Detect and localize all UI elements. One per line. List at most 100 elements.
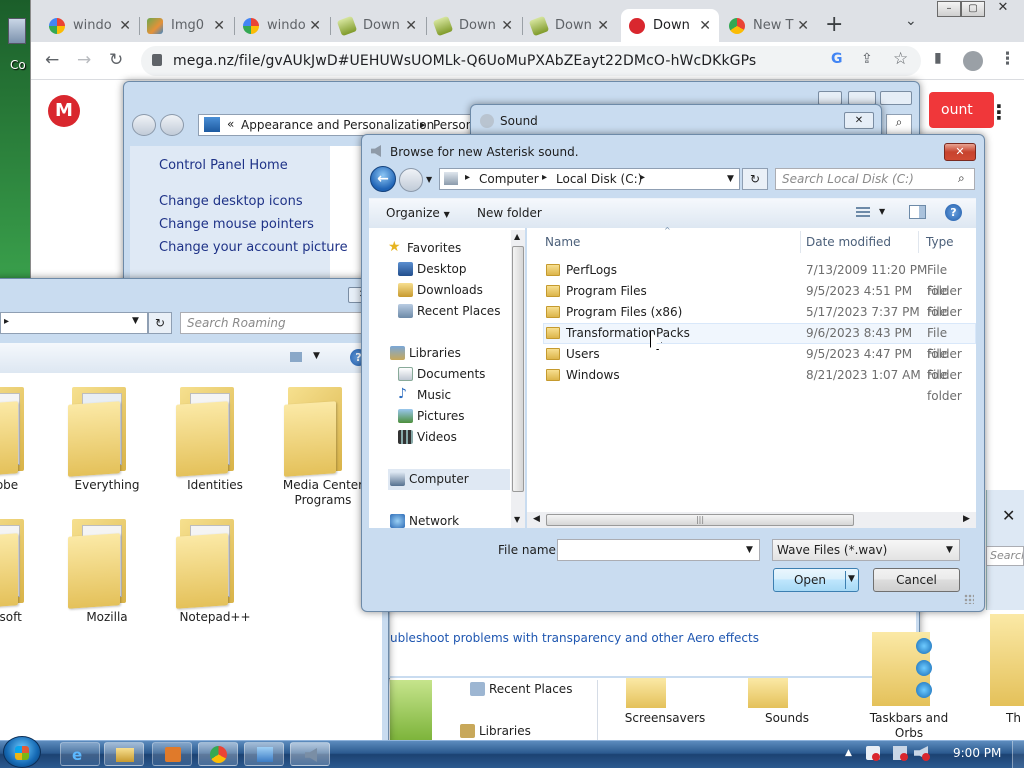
organize-button[interactable]: Organize ▼	[386, 206, 450, 220]
tab-7-active[interactable]: Down ✕	[621, 9, 719, 42]
folder-label[interactable]: Identities	[160, 478, 270, 492]
hscroll-thumb[interactable]: |||	[546, 514, 854, 526]
tab-8[interactable]: New T ✕	[721, 9, 817, 42]
nav-scroll-thumb[interactable]	[512, 246, 524, 492]
roaming-address-bar[interactable]	[0, 312, 148, 334]
dialog-close-button[interactable]: ✕	[944, 143, 976, 161]
right-close-icon[interactable]: ✕	[1002, 506, 1015, 525]
reload-icon[interactable]: ↻	[109, 50, 123, 70]
new-tab-button[interactable]: +	[825, 12, 843, 37]
close-tab-icon[interactable]: ✕	[797, 18, 809, 34]
menu-kebab-icon[interactable]: ⋮	[999, 49, 1016, 69]
cancel-button[interactable]: Cancel	[873, 568, 960, 592]
tab-3[interactable]: windo ✕	[235, 9, 329, 42]
close-tab-icon[interactable]: ✕	[119, 18, 131, 34]
show-desktop-button[interactable]	[1012, 741, 1024, 768]
right-search-box[interactable]: Search	[986, 546, 1024, 566]
cp-nav-account-picture[interactable]: Change your account picture	[159, 240, 348, 255]
file-row[interactable]: Program Files (x86) 5/17/2023 7:37 PM File…	[542, 302, 982, 340]
filter-dropdown-icon[interactable]: ▼	[946, 545, 953, 555]
sound-close-button[interactable]: ✕	[844, 112, 874, 129]
file-name-dropdown-icon[interactable]: ▼	[746, 545, 753, 555]
open-button[interactable]: Open	[773, 568, 859, 592]
folder-label[interactable]: Notepad++	[160, 610, 270, 624]
mega-menu-icon[interactable]: ⋮	[989, 100, 1009, 124]
view-dropdown-icon[interactable]: ▼	[313, 351, 320, 361]
taskbar-explorer[interactable]	[104, 742, 144, 766]
file-name-input[interactable]	[557, 539, 760, 561]
taskbar-ie[interactable]: e	[60, 742, 100, 766]
file-row[interactable]: PerfLogs 7/13/2009 11:20 PM File folder	[542, 260, 982, 298]
maximize-button[interactable]: ▢	[961, 1, 985, 17]
preview-pane-icon[interactable]	[909, 205, 926, 219]
url-text[interactable]: mega.nz/file/gvAUkJwD#UEHUWsUOMLk-Q6UoMu…	[173, 53, 756, 69]
forward-arrow-icon[interactable]: →	[77, 50, 91, 70]
folder-icon[interactable]	[284, 383, 346, 477]
computer-desktop-icon[interactable]	[8, 18, 26, 44]
file-row[interactable]: Users 9/5/2023 4:47 PM File folder	[542, 344, 982, 382]
column-header-date[interactable]: Date modified	[806, 235, 891, 249]
mega-logo[interactable]: M	[48, 95, 80, 127]
view-dropdown-icon[interactable]: ▼	[879, 207, 885, 216]
column-header-name[interactable]: Name	[545, 235, 580, 249]
close-tab-icon[interactable]: ✕	[405, 18, 417, 34]
dialog-refresh-icon[interactable]: ↻	[742, 168, 768, 190]
close-tab-icon[interactable]: ✕	[309, 18, 321, 34]
file-type-filter[interactable]: Wave Files (*.wav)	[772, 539, 960, 561]
folder-label[interactable]: Everything	[52, 478, 162, 492]
folder-icon[interactable]	[68, 515, 130, 609]
address-segment-computer[interactable]: Computer	[479, 172, 539, 186]
taskbar-control-panel[interactable]	[244, 742, 284, 766]
network-warning-icon[interactable]	[872, 753, 880, 761]
show-hidden-icons[interactable]: ▲	[845, 748, 852, 758]
cp-address-segment[interactable]: Appearance and Personalization	[241, 118, 434, 132]
hscroll-left-icon[interactable]: ◀	[533, 514, 540, 524]
close-button[interactable]: ✕	[991, 1, 1015, 17]
refresh-icon[interactable]: ↻	[148, 312, 172, 334]
resize-grip-icon[interactable]	[964, 594, 974, 604]
google-lens-icon[interactable]: G	[831, 51, 843, 67]
search-icon[interactable]: ⌕	[958, 171, 965, 186]
tab-5[interactable]: Down ✕	[427, 9, 521, 42]
nav-scroll-down-icon[interactable]: ▼	[514, 515, 520, 524]
address-dropdown-icon[interactable]: ▼	[132, 316, 139, 326]
cp-search-icon[interactable]: ⌕	[886, 114, 912, 136]
taskbar-chrome[interactable]	[198, 742, 238, 766]
cp-close-button[interactable]	[880, 91, 912, 105]
taskbar-sound[interactable]	[290, 742, 330, 766]
cp-nav-home[interactable]: Control Panel Home	[159, 158, 288, 173]
help-icon[interactable]: ?	[945, 204, 962, 221]
column-header-type[interactable]: Type	[926, 235, 954, 249]
back-arrow-icon[interactable]: ←	[45, 50, 59, 70]
hscroll-right-icon[interactable]: ▶	[963, 514, 970, 524]
file-row[interactable]: Program Files 9/5/2023 4:51 PM File folder	[542, 281, 982, 319]
address-dropdown-icon[interactable]: ▼	[727, 174, 734, 184]
new-folder-button[interactable]: New folder	[477, 206, 542, 220]
create-account-button[interactable]: ount	[929, 92, 994, 128]
dialog-search-input[interactable]: Search Local Disk (C:)	[775, 168, 975, 190]
close-tab-icon[interactable]: ✕	[597, 18, 609, 34]
nav-scroll-up-icon[interactable]: ▲	[514, 232, 520, 241]
cp-nav-mouse-pointers[interactable]: Change mouse pointers	[159, 217, 314, 232]
taskbar-media-player[interactable]	[152, 742, 192, 766]
tab-6[interactable]: Down ✕	[523, 9, 617, 42]
cp-address-segment[interactable]: Person	[433, 118, 473, 132]
tab-2[interactable]: Img0 ✕	[139, 9, 233, 42]
minimize-button[interactable]: –	[937, 1, 961, 17]
file-row-hovered[interactable]: TransformationPacks 9/6/2023 8:43 PM File …	[542, 323, 982, 361]
view-options-icon[interactable]	[856, 207, 870, 217]
roaming-search-input[interactable]: Search Roaming	[180, 312, 378, 334]
tab-1[interactable]: windo ✕	[41, 9, 139, 42]
cp-troubleshoot-link[interactable]: ubleshoot problems with transparency and…	[390, 631, 759, 645]
close-tab-icon[interactable]: ✕	[213, 18, 225, 34]
folder-icon[interactable]	[0, 515, 28, 609]
dialog-back-button[interactable]: ←	[370, 166, 396, 192]
close-tab-icon[interactable]: ✕	[501, 18, 513, 34]
folder-icon[interactable]	[0, 383, 28, 477]
dialog-forward-button[interactable]	[399, 168, 423, 192]
folder-label[interactable]: Mozilla	[52, 610, 162, 624]
file-row[interactable]: Windows 8/21/2023 1:07 AM File folder	[542, 365, 982, 403]
share-icon[interactable]: ⇪	[861, 51, 873, 67]
taskbar-clock[interactable]: 9:00 PM	[953, 746, 1001, 760]
bookmark-star-icon[interactable]: ☆	[893, 49, 908, 69]
